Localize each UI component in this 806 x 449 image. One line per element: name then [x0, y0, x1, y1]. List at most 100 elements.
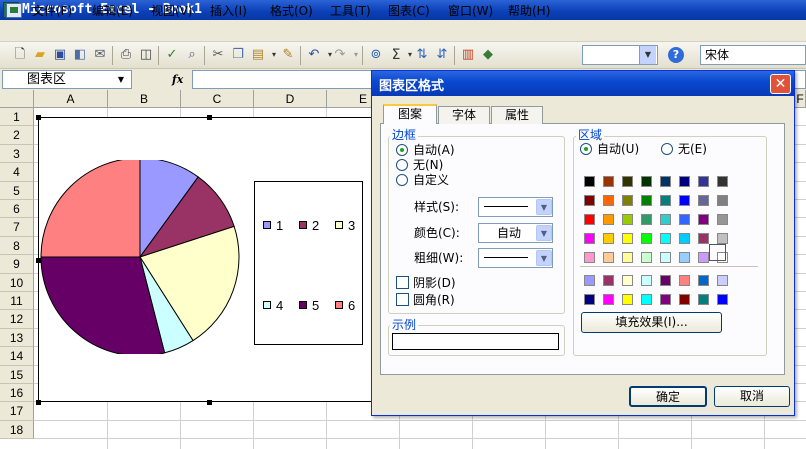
- color-swatch[interactable]: [698, 233, 709, 244]
- color-swatch[interactable]: [603, 275, 614, 286]
- color-swatch[interactable]: [622, 252, 633, 263]
- menu-window[interactable]: 窗口(W): [448, 3, 493, 19]
- row-header-13[interactable]: 13: [0, 329, 34, 347]
- workbook-icon[interactable]: [6, 3, 22, 18]
- color-swatch[interactable]: [717, 214, 728, 225]
- chart-legend[interactable]: [254, 181, 363, 345]
- column-header-f[interactable]: F: [795, 90, 806, 108]
- row-header-1[interactable]: 1: [0, 108, 34, 126]
- color-swatch[interactable]: [622, 176, 633, 187]
- row-header-17[interactable]: 17: [0, 402, 34, 421]
- row-header-2[interactable]: 2: [0, 126, 34, 145]
- name-box-dropdown-icon[interactable]: ▼: [112, 71, 130, 88]
- format-painter-icon[interactable]: ✎: [280, 47, 296, 63]
- menu-tools[interactable]: 工具(T): [330, 3, 371, 19]
- color-swatch[interactable]: [660, 233, 671, 244]
- zoom-dropdown-icon[interactable]: ▼: [639, 46, 656, 64]
- color-swatch[interactable]: [717, 294, 728, 305]
- border-none-radio[interactable]: [396, 159, 408, 171]
- color-swatch[interactable]: [603, 294, 614, 305]
- fill-effects-button[interactable]: 填充效果(I)...: [581, 312, 722, 333]
- row-header-11[interactable]: 11: [0, 292, 34, 310]
- column-header-d[interactable]: D: [254, 90, 327, 108]
- copy-icon[interactable]: ❐: [230, 47, 246, 63]
- research-icon[interactable]: ⌕: [184, 47, 200, 63]
- color-swatch[interactable]: [603, 252, 614, 263]
- area-none-label[interactable]: 无(E): [678, 142, 707, 156]
- menu-format[interactable]: 格式(O): [270, 3, 313, 19]
- permission-icon[interactable]: ◧: [72, 47, 88, 63]
- hyperlink-icon[interactable]: ⊚: [368, 47, 384, 63]
- print-preview-icon[interactable]: ◫: [138, 47, 154, 63]
- border-auto-label[interactable]: 自动(A): [413, 143, 455, 157]
- row-header-14[interactable]: 14: [0, 347, 34, 366]
- border-custom-radio[interactable]: [396, 174, 408, 186]
- color-swatch[interactable]: [603, 214, 614, 225]
- border-weight-dropdown-icon[interactable]: ▼: [536, 250, 552, 266]
- selection-handle[interactable]: [207, 115, 212, 120]
- color-swatch[interactable]: [660, 275, 671, 286]
- color-swatch[interactable]: [660, 252, 671, 263]
- color-swatch[interactable]: [660, 176, 671, 187]
- border-color-dropdown-icon[interactable]: ▼: [536, 225, 552, 241]
- color-swatch[interactable]: [622, 275, 633, 286]
- sort-descending-icon[interactable]: ⇵: [434, 47, 450, 63]
- cut-icon[interactable]: ✂: [210, 47, 226, 63]
- color-swatch[interactable]: [641, 233, 652, 244]
- color-swatch[interactable]: [698, 294, 709, 305]
- ok-button[interactable]: 确定: [629, 386, 707, 407]
- color-swatch[interactable]: [641, 252, 652, 263]
- pie-chart[interactable]: [40, 160, 242, 354]
- color-swatch[interactable]: [603, 176, 614, 187]
- menu-chart[interactable]: 图表(C): [388, 3, 430, 19]
- redo-icon[interactable]: ↷: [332, 47, 348, 63]
- color-swatch[interactable]: [622, 294, 633, 305]
- new-document-icon[interactable]: 🗋: [12, 47, 28, 63]
- border-none-label[interactable]: 无(N): [413, 158, 443, 172]
- color-swatch[interactable]: [584, 252, 595, 263]
- open-folder-icon[interactable]: ▰: [32, 47, 48, 63]
- color-swatch[interactable]: [622, 214, 633, 225]
- row-header-10[interactable]: 10: [0, 274, 34, 292]
- color-swatch[interactable]: [679, 195, 690, 206]
- email-icon[interactable]: ✉: [92, 47, 108, 63]
- selection-handle[interactable]: [36, 115, 41, 120]
- color-swatch[interactable]: [641, 294, 652, 305]
- menu-file[interactable]: 文件(F): [32, 3, 72, 19]
- shadow-checkbox[interactable]: [396, 276, 409, 289]
- sort-ascending-icon[interactable]: ⇅: [414, 47, 430, 63]
- menu-view[interactable]: 视图(V): [151, 3, 193, 19]
- selection-handle[interactable]: [207, 400, 212, 405]
- menu-help[interactable]: 帮助(H): [508, 3, 550, 19]
- color-swatch[interactable]: [641, 214, 652, 225]
- area-none-radio[interactable]: [661, 143, 673, 155]
- help-icon[interactable]: ?: [668, 47, 684, 63]
- border-custom-label[interactable]: 自定义: [413, 173, 449, 187]
- row-header-6[interactable]: 6: [0, 200, 34, 218]
- color-swatch[interactable]: [603, 195, 614, 206]
- color-swatch[interactable]: [717, 195, 728, 206]
- color-swatch[interactable]: [622, 195, 633, 206]
- border-style-dropdown-icon[interactable]: ▼: [536, 199, 552, 215]
- row-header-7[interactable]: 7: [0, 218, 34, 237]
- color-swatch[interactable]: [603, 233, 614, 244]
- color-swatch[interactable]: [584, 275, 595, 286]
- color-swatch[interactable]: [717, 275, 728, 286]
- color-swatch[interactable]: [584, 195, 595, 206]
- color-swatch[interactable]: [584, 294, 595, 305]
- paste-icon[interactable]: ▤: [250, 47, 266, 63]
- color-swatch[interactable]: [698, 275, 709, 286]
- row-header-5[interactable]: 5: [0, 182, 34, 200]
- save-icon[interactable]: ▣: [52, 47, 68, 63]
- tab-pattern[interactable]: 图案: [383, 104, 437, 124]
- column-header-a[interactable]: A: [34, 90, 108, 108]
- color-swatch[interactable]: [641, 176, 652, 187]
- color-swatch[interactable]: [622, 233, 633, 244]
- round-corners-checkbox[interactable]: [396, 293, 409, 306]
- row-header-3[interactable]: 3: [0, 145, 34, 163]
- color-swatch[interactable]: [698, 195, 709, 206]
- row-header-16[interactable]: 16: [0, 384, 34, 402]
- insert-function-icon[interactable]: fx: [172, 71, 188, 88]
- cancel-button[interactable]: 取消: [714, 386, 790, 407]
- row-header-12[interactable]: 12: [0, 310, 34, 329]
